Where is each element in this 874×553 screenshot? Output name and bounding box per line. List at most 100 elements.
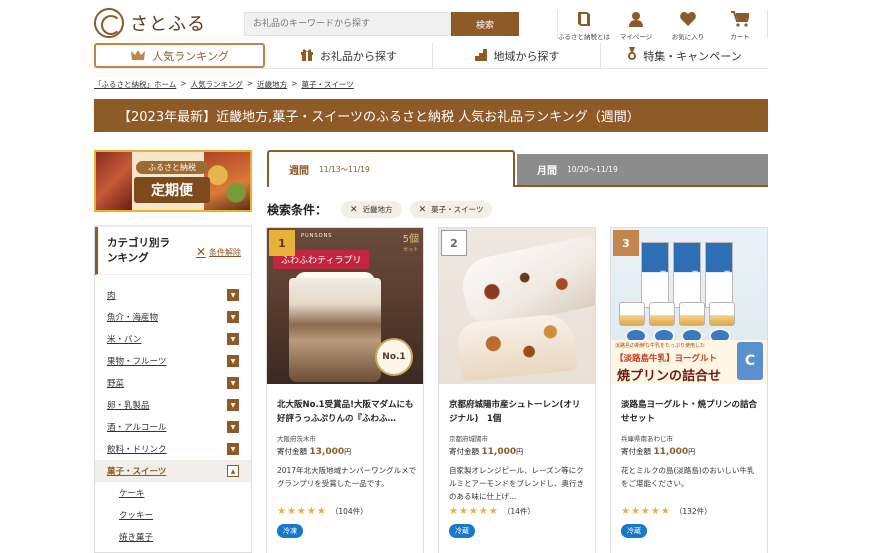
cart-link[interactable]: カート	[713, 10, 767, 41]
stars-icon: ★★★★★	[449, 506, 499, 517]
product-description: 花とミルクの島(淡路島)のおいしい牛乳をご堪能ください。	[621, 466, 755, 488]
product-price: 寄付金額 11,000円	[621, 446, 695, 457]
chevron-down-icon: ▼	[227, 443, 239, 455]
about-link[interactable]: ふるさと納税とは	[557, 10, 611, 41]
banner-small-text: 淡路島の新鮮な牛乳をたっぷり使用した	[615, 343, 706, 349]
product-name[interactable]: 北大阪No.1受賞品!大阪マダムにも好評うっふぷりんの『ふわふ…	[277, 398, 415, 426]
page-title: 【2023年最新】近畿地方,菓子・スイーツのふるさと納税 人気お礼品ランキング（…	[94, 99, 768, 132]
cart-icon	[731, 10, 749, 28]
star-rating: ★★★★★ （104件）	[277, 506, 368, 517]
category-label: 米・パン	[107, 335, 142, 345]
product-card[interactable]: PUNSONS ふわふわティラプリ 5個 セット No.1 1 北大阪No.1受賞…	[266, 227, 424, 553]
breadcrumb-region[interactable]: 近畿地方	[257, 79, 287, 90]
chevron-down-icon: ▼	[227, 333, 239, 345]
close-icon: ✕	[418, 204, 427, 215]
nav-campaign[interactable]: 特集・キャンペーン	[601, 43, 768, 68]
category-item-vegetables[interactable]: 野菜 ▼	[95, 372, 251, 394]
product-card[interactable]: 2 京都府城陽市産シュトーレン(オリジナル) 1個 京都府城陽市 寄付金額 11…	[438, 227, 596, 553]
milk-carton: 淡路	[673, 242, 701, 308]
tab-monthly[interactable]: 月間 10/20〜11/19	[517, 154, 768, 185]
condition-chip-region[interactable]: ✕ 近畿地方	[341, 201, 402, 218]
tab-weekly-range: 11/13〜11/19	[319, 165, 370, 174]
category-item-seafood[interactable]: 魚介・海産物 ▼	[95, 306, 251, 328]
mypage-link[interactable]: マイページ	[609, 10, 663, 41]
rank-badge: 1	[269, 230, 295, 256]
nav-region[interactable]: 地域から探す	[433, 43, 601, 68]
category-item-alcohol[interactable]: 酒・アルコール ▼	[95, 416, 251, 438]
stars-icon: ★★★★★	[621, 506, 671, 517]
product-card[interactable]: 淡路 淡路 淡路 淡路島の新鮮な牛乳をたっぷり使用した 【淡路島牛乳】ヨーグルト…	[610, 227, 768, 553]
category-item-meat[interactable]: 肉 ▼	[95, 284, 251, 306]
favorites-link[interactable]: お気に入り	[661, 10, 715, 41]
price-label: 寄付金額	[277, 447, 307, 456]
category-item-dairy[interactable]: 卵・乳製品 ▼	[95, 394, 251, 416]
price-unit: 円	[516, 448, 524, 456]
product-banner: 淡路島の新鮮な牛乳をたっぷり使用した 【淡路島牛乳】ヨーグルト 焼プリンの詰合せ…	[611, 340, 767, 384]
close-icon: ✕	[350, 204, 358, 215]
category-item-sweets[interactable]: 菓子・スイーツ ▲	[95, 460, 251, 482]
pack-set: セット	[403, 247, 419, 253]
milk-carton: 淡路	[705, 242, 733, 308]
review-count: （104件）	[330, 507, 368, 516]
subcategory-cookie[interactable]: クッキー	[95, 504, 251, 526]
mypage-label: マイページ	[619, 33, 653, 41]
price-value: 11,000	[481, 447, 517, 457]
set-badge: C	[737, 342, 763, 380]
review-count: （14件）	[502, 507, 535, 516]
category-label: 卵・乳製品	[107, 401, 150, 411]
search-button[interactable]: 検索	[451, 12, 519, 36]
chip-label: 菓子・スイーツ	[431, 205, 484, 214]
nav-campaign-label: 特集・キャンペーン	[643, 49, 742, 63]
price-label: 寄付金額	[621, 447, 651, 456]
category-label: 肉	[107, 291, 116, 301]
banner-line1: ふるさと納税	[136, 161, 208, 174]
category-title: カテゴリ別ランキング	[107, 237, 170, 264]
pudding-cup	[709, 302, 735, 326]
product-price: 寄付金額 11,000円	[449, 446, 523, 457]
pudding-jar	[289, 278, 381, 382]
logo-mark-icon	[94, 8, 124, 38]
breadcrumb-separator: >	[291, 79, 298, 88]
region-icon	[474, 48, 488, 64]
breadcrumb-category[interactable]: 菓子・スイーツ	[301, 79, 353, 90]
condition-chip-category[interactable]: ✕ 菓子・スイーツ	[409, 201, 493, 218]
clear-conditions-link[interactable]: ✕ 条件解除	[196, 245, 241, 259]
breadcrumb-ranking[interactable]: 人気ランキング	[191, 79, 243, 90]
category-item-rice[interactable]: 米・パン ▼	[95, 328, 251, 350]
subcategory-baked[interactable]: 焼き菓子	[95, 526, 251, 548]
cart-label: カート	[730, 33, 750, 41]
tab-weekly-label: 週間	[289, 166, 309, 177]
site-header: さとふる 検索 ふるさと納税とは マイページ お気に入り カート	[0, 0, 874, 42]
category-item-fruit[interactable]: 果物・フルーツ ▼	[95, 350, 251, 372]
product-name[interactable]: 淡路島ヨーグルト・焼プリンの詰合せセット	[621, 398, 759, 426]
category-label: 果物・フルーツ	[107, 357, 167, 367]
heart-icon	[679, 10, 697, 28]
site-logo[interactable]: さとふる	[94, 8, 206, 38]
category-header: カテゴリ別ランキング ✕ 条件解除	[95, 227, 251, 275]
search-input[interactable]	[244, 12, 451, 36]
nav-ranking-label: 人気ランキング	[152, 49, 229, 63]
nav-gifts[interactable]: お礼品から探す	[265, 43, 433, 68]
banner-line2: 定期便	[134, 177, 210, 203]
product-name[interactable]: 京都府城陽市産シュトーレン(オリジナル) 1個	[449, 398, 587, 426]
product-description: 2017年北大阪地域ナンバーワングルメでグランプリを受賞した一品です。	[277, 466, 417, 488]
nav-gifts-label: お礼品から探す	[320, 49, 397, 63]
nav-ranking[interactable]: 人気ランキング	[94, 43, 265, 68]
page-title-text: 【2023年最新】近畿地方,菓子・スイーツのふるさと納税 人気お礼品ランキング（…	[118, 110, 640, 125]
chevron-down-icon: ▼	[227, 421, 239, 433]
breadcrumb-home[interactable]: 「ふるさと納税」ホーム	[94, 79, 176, 90]
header-divider	[767, 10, 768, 38]
banner-mid-text: 【淡路島牛乳】ヨーグルト	[615, 354, 718, 364]
milk-carton: 淡路	[641, 242, 669, 308]
product-location: 大阪府茨木市	[277, 435, 316, 443]
subscription-banner[interactable]: ふるさと納税 定期便	[94, 150, 252, 212]
subcategory-cake[interactable]: ケーキ	[95, 482, 251, 504]
tab-weekly[interactable]: 週間 11/13〜11/19	[267, 150, 515, 187]
brand-text: PUNSONS	[301, 233, 333, 239]
search-bar: 検索	[244, 12, 519, 36]
book-icon	[575, 10, 593, 28]
conditions-label: 検索条件：	[267, 203, 328, 217]
breadcrumb: 「ふるさと納税」ホーム > 人気ランキング > 近畿地方 > 菓子・スイーツ	[94, 79, 354, 90]
search-conditions: 検索条件： ✕ 近畿地方 ✕ 菓子・スイーツ	[267, 201, 493, 218]
category-item-drinks[interactable]: 飲料・ドリンク ▼	[95, 438, 251, 460]
